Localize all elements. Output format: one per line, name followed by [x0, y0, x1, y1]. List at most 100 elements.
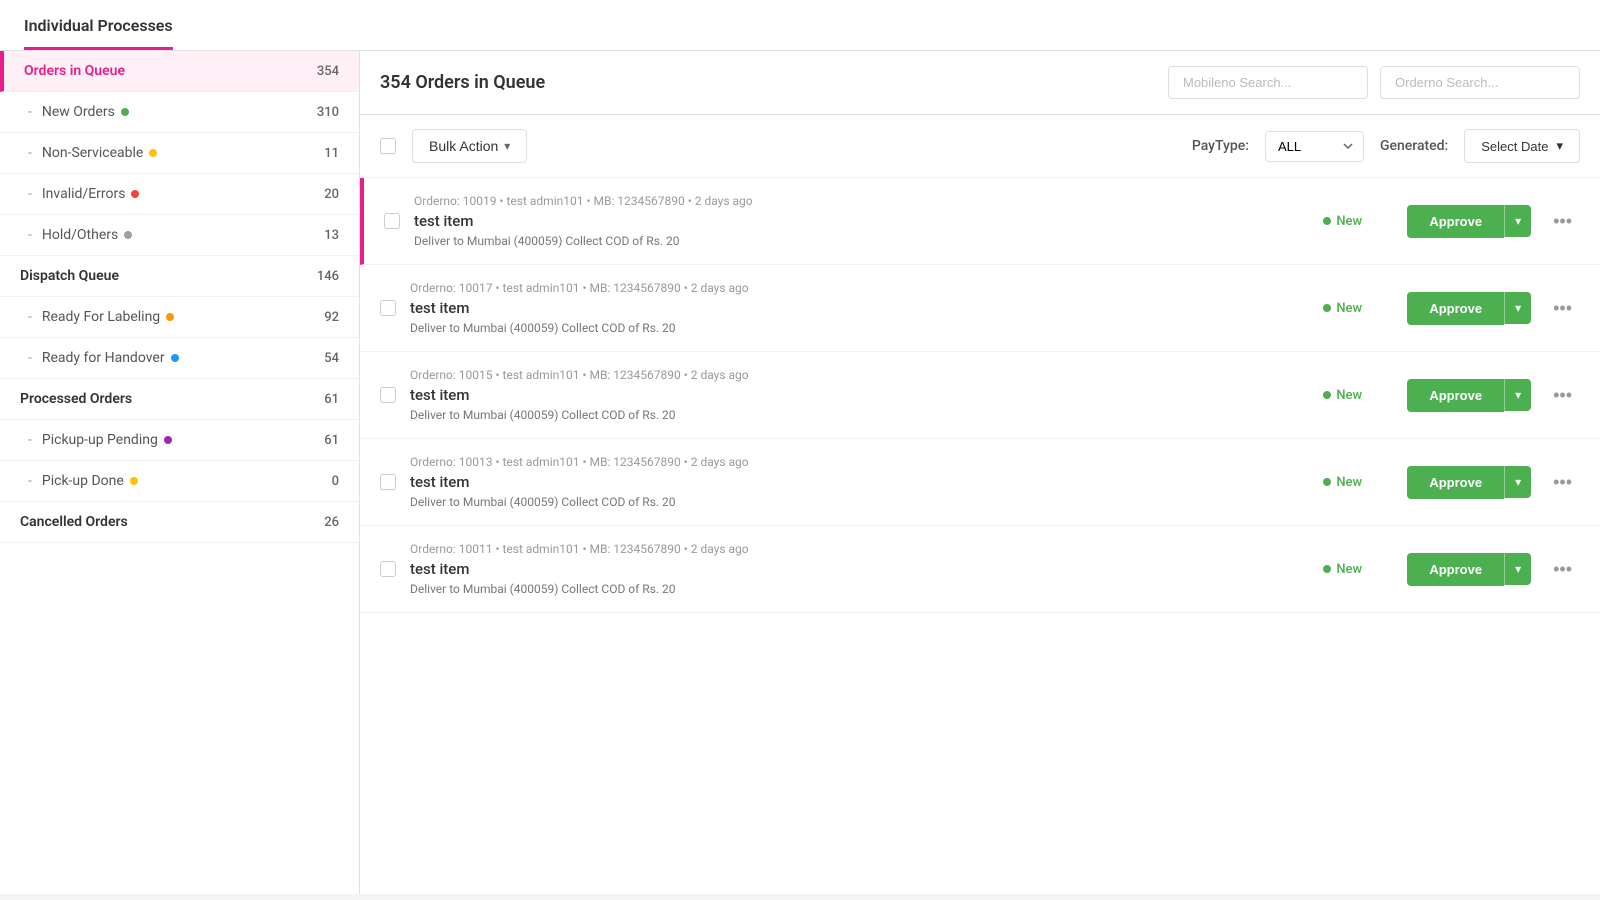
order-name: test item [410, 386, 1309, 404]
order-info: Orderno: 10017 • test admin101 • MB: 123… [410, 281, 1309, 335]
more-options-button[interactable]: ••• [1545, 207, 1580, 236]
status-dot [164, 436, 172, 444]
approve-dropdown-button[interactable]: ▾ [1504, 466, 1531, 498]
sidebar-item-count: 61 [324, 392, 339, 407]
page-header: Individual Processes [0, 0, 1600, 51]
order-delivery: Deliver to Mumbai (400059) Collect COD o… [414, 234, 1309, 248]
order-info: Orderno: 10015 • test admin101 • MB: 123… [410, 368, 1309, 422]
sidebar-label: Processed Orders [20, 391, 132, 407]
sidebar-item-orders-in-queue[interactable]: Orders in Queue 354 [0, 51, 359, 92]
sidebar-item-label: Orders in Queue [24, 63, 125, 79]
order-checkbox[interactable] [380, 300, 396, 316]
sidebar-item-count: 20 [324, 187, 339, 202]
table-row: Orderno: 10019 • test admin101 • MB: 123… [360, 178, 1600, 265]
sidebar-item-label: Cancelled Orders [20, 514, 128, 530]
sidebar-item-count: 0 [332, 474, 339, 489]
more-options-button[interactable]: ••• [1545, 555, 1580, 584]
sidebar-item-ready-for-labeling[interactable]: -Ready For Labeling 92 [0, 297, 359, 338]
order-name: test item [410, 560, 1309, 578]
sidebar-item-label: -Pickup-up Pending [20, 432, 172, 448]
order-delivery: Deliver to Mumbai (400059) Collect COD o… [410, 582, 1309, 596]
order-info: Orderno: 10013 • test admin101 • MB: 123… [410, 455, 1309, 509]
sidebar-item-dispatch-queue[interactable]: Dispatch Queue 146 [0, 256, 359, 297]
order-checkbox[interactable] [380, 387, 396, 403]
sidebar-label: Orders in Queue [24, 63, 125, 79]
order-meta: Orderno: 10019 • test admin101 • MB: 123… [414, 194, 1309, 208]
more-options-button[interactable]: ••• [1545, 294, 1580, 323]
sidebar-item-cancelled-orders[interactable]: Cancelled Orders 26 [0, 502, 359, 543]
sidebar-item-processed-orders[interactable]: Processed Orders 61 [0, 379, 359, 420]
sidebar-item-label: -Ready For Labeling [20, 309, 174, 325]
status-dot [149, 149, 157, 157]
approve-dropdown-button[interactable]: ▾ [1504, 292, 1531, 324]
queue-header: 354 Orders in Queue [360, 51, 1600, 115]
order-status: New [1323, 214, 1393, 229]
approve-group: Approve ▾ [1407, 205, 1531, 238]
approve-button[interactable]: Approve [1407, 379, 1504, 412]
sidebar-item-hold-others[interactable]: -Hold/Others 13 [0, 215, 359, 256]
approve-button[interactable]: Approve [1407, 553, 1504, 586]
sidebar-item-pickup-pending[interactable]: -Pickup-up Pending 61 [0, 420, 359, 461]
table-row: Orderno: 10015 • test admin101 • MB: 123… [360, 352, 1600, 439]
sidebar-item-count: 92 [324, 310, 339, 325]
status-dot [121, 108, 129, 116]
order-search-input[interactable] [1380, 66, 1580, 99]
more-options-button[interactable]: ••• [1545, 468, 1580, 497]
status-dot-icon [1323, 391, 1331, 399]
select-all-checkbox[interactable] [380, 138, 396, 154]
status-dot [124, 231, 132, 239]
orders-list: Orderno: 10019 • test admin101 • MB: 123… [360, 178, 1600, 894]
order-delivery: Deliver to Mumbai (400059) Collect COD o… [410, 495, 1309, 509]
sidebar-item-label: -Pick-up Done [20, 473, 138, 489]
bulk-action-label: Bulk Action [429, 138, 498, 154]
toolbar: Bulk Action ▾ PayType: ALLCODPREPAID Gen… [360, 115, 1600, 178]
sidebar-item-label: -Hold/Others [20, 227, 132, 243]
order-checkbox[interactable] [380, 474, 396, 490]
status-label: New [1336, 388, 1362, 403]
order-info: Orderno: 10019 • test admin101 • MB: 123… [414, 194, 1309, 248]
sidebar-item-invalid-errors[interactable]: -Invalid/Errors 20 [0, 174, 359, 215]
sidebar-label: Hold/Others [42, 227, 118, 243]
table-row: Orderno: 10013 • test admin101 • MB: 123… [360, 439, 1600, 526]
sidebar-label: Ready for Handover [42, 350, 165, 366]
paytype-select[interactable]: ALLCODPREPAID [1265, 131, 1364, 162]
main-layout: Orders in Queue 354 -New Orders 310 -Non… [0, 51, 1600, 894]
sidebar-item-label: -Invalid/Errors [20, 186, 139, 202]
approve-button[interactable]: Approve [1407, 466, 1504, 499]
sidebar-item-new-orders[interactable]: -New Orders 310 [0, 92, 359, 133]
status-dot-icon [1323, 478, 1331, 486]
status-dot-icon [1323, 217, 1331, 225]
sidebar-label: Non-Serviceable [42, 145, 143, 161]
sidebar-item-count: 54 [324, 351, 339, 366]
sidebar-item-count: 61 [324, 433, 339, 448]
sidebar-item-count: 146 [317, 269, 339, 284]
mobile-search-input[interactable] [1168, 66, 1368, 99]
sidebar-item-ready-for-handover[interactable]: -Ready for Handover 54 [0, 338, 359, 379]
status-label: New [1336, 475, 1362, 490]
order-status: New [1323, 475, 1393, 490]
approve-button[interactable]: Approve [1407, 292, 1504, 325]
bulk-action-button[interactable]: Bulk Action ▾ [412, 129, 527, 163]
select-date-label: Select Date [1481, 139, 1548, 154]
select-date-button[interactable]: Select Date ▾ [1464, 129, 1580, 163]
order-info: Orderno: 10011 • test admin101 • MB: 123… [410, 542, 1309, 596]
approve-dropdown-button[interactable]: ▾ [1504, 205, 1531, 237]
more-options-button[interactable]: ••• [1545, 381, 1580, 410]
sidebar-label: Dispatch Queue [20, 268, 119, 284]
approve-dropdown-button[interactable]: ▾ [1504, 553, 1531, 585]
status-dot-icon [1323, 565, 1331, 573]
approve-dropdown-button[interactable]: ▾ [1504, 379, 1531, 411]
order-status: New [1323, 301, 1393, 316]
approve-button[interactable]: Approve [1407, 205, 1504, 238]
sidebar-item-label: -Ready for Handover [20, 350, 179, 366]
sidebar-item-pick-up-done[interactable]: -Pick-up Done 0 [0, 461, 359, 502]
order-name: test item [414, 212, 1309, 230]
sidebar-item-non-serviceable[interactable]: -Non-Serviceable 11 [0, 133, 359, 174]
order-meta: Orderno: 10011 • test admin101 • MB: 123… [410, 542, 1309, 556]
order-status: New [1323, 562, 1393, 577]
status-dot [171, 354, 179, 362]
order-checkbox[interactable] [380, 561, 396, 577]
order-name: test item [410, 299, 1309, 317]
order-checkbox[interactable] [384, 213, 400, 229]
order-delivery: Deliver to Mumbai (400059) Collect COD o… [410, 408, 1309, 422]
